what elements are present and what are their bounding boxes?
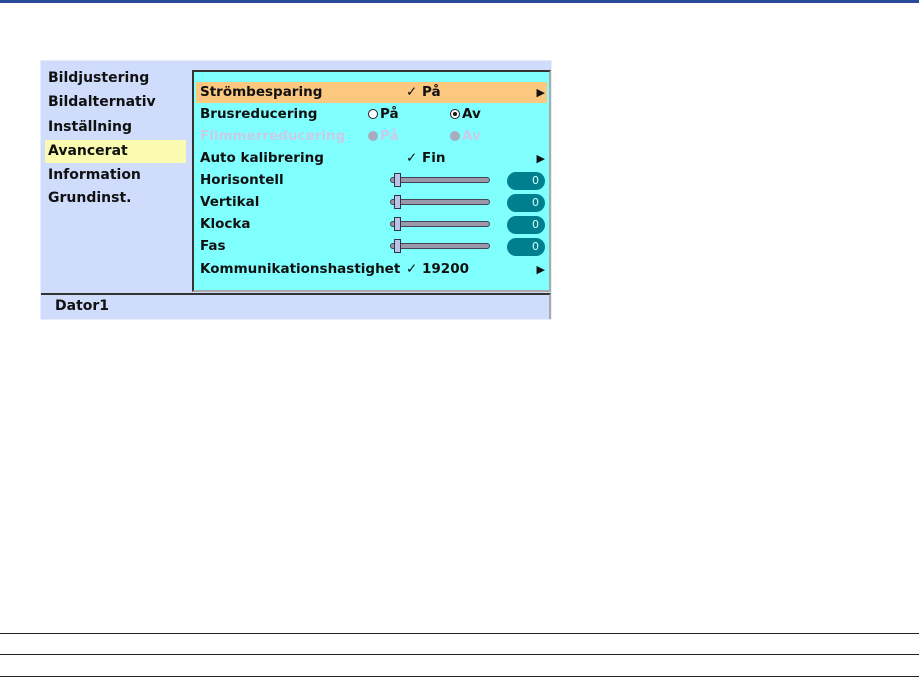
noise-reduction-label: Brusreducering <box>200 106 318 122</box>
horizontal-value: 0 <box>507 172 545 190</box>
menu-item-installning[interactable]: Inställning <box>45 116 186 139</box>
noise-off-option[interactable]: Av <box>450 104 481 125</box>
radio-icon <box>368 109 378 119</box>
row-clock[interactable]: Klocka 0 <box>196 214 547 235</box>
advanced-panel: Strömbesparing ✓ På ▶ Brusreducering På … <box>192 70 551 292</box>
clock-value: 0 <box>507 216 545 234</box>
radio-disabled-icon <box>450 131 460 141</box>
vertical-value: 0 <box>507 194 545 212</box>
divider <box>0 633 919 634</box>
row-horizontal[interactable]: Horisontell 0 <box>196 170 547 191</box>
row-power-saving[interactable]: Strömbesparing ✓ På ▶ <box>196 82 547 103</box>
phase-slider[interactable] <box>390 239 490 253</box>
divider <box>0 654 919 655</box>
phase-label: Fas <box>200 238 226 254</box>
vertical-label: Vertikal <box>200 194 260 210</box>
slider-handle[interactable] <box>394 173 401 187</box>
clock-slider[interactable] <box>390 217 490 231</box>
horizontal-label: Horisontell <box>200 172 284 188</box>
menu-item-grundinst[interactable]: Grundinst. <box>45 187 186 210</box>
arrow-right-icon: ▶ <box>536 86 545 99</box>
slider-handle[interactable] <box>394 217 401 231</box>
vertical-slider[interactable] <box>390 195 490 209</box>
power-saving-label: Strömbesparing <box>200 84 323 100</box>
flicker-off-label: Av <box>462 128 481 144</box>
baud-rate-label: Kommunikationshastighet <box>200 261 401 277</box>
menu-item-bildalternativ[interactable]: Bildalternativ <box>45 91 186 114</box>
noise-on-label: På <box>380 106 399 122</box>
flicker-on-option: På <box>368 126 399 147</box>
osd-menu: Bildjustering Bildalternativ Inställning… <box>40 60 552 320</box>
radio-disabled-icon <box>368 131 378 141</box>
arrow-right-icon: ▶ <box>536 152 545 165</box>
status-bar: Dator1 <box>41 293 551 319</box>
row-flicker-reduction: Flimmerreducering På Av <box>196 126 547 147</box>
noise-on-option[interactable]: På <box>368 104 399 125</box>
row-auto-adjust[interactable]: Auto kalibrering ✓ Fin ▶ <box>196 148 547 169</box>
flicker-reduction-label: Flimmerreducering <box>200 128 346 144</box>
auto-adjust-value: ✓ Fin <box>406 150 446 166</box>
radio-selected-icon <box>450 109 460 119</box>
row-phase[interactable]: Fas 0 <box>196 236 547 257</box>
menu-item-avancerat[interactable]: Avancerat <box>45 140 186 163</box>
clock-label: Klocka <box>200 216 251 232</box>
noise-off-label: Av <box>462 106 481 122</box>
slider-handle[interactable] <box>394 239 401 253</box>
horizontal-slider[interactable] <box>390 173 490 187</box>
row-baud-rate[interactable]: Kommunikationshastighet ✓ 19200 ▶ <box>196 259 547 280</box>
row-noise-reduction: Brusreducering På Av <box>196 104 547 125</box>
top-rule <box>0 0 919 3</box>
row-vertical[interactable]: Vertikal 0 <box>196 192 547 213</box>
baud-rate-value: ✓ 19200 <box>406 261 469 277</box>
arrow-right-icon: ▶ <box>536 263 545 276</box>
flicker-on-label: På <box>380 128 399 144</box>
phase-value: 0 <box>507 238 545 256</box>
menu-item-bildjustering[interactable]: Bildjustering <box>45 67 186 90</box>
flicker-off-option: Av <box>450 126 481 147</box>
auto-adjust-label: Auto kalibrering <box>200 150 324 166</box>
menu-item-information[interactable]: Information <box>45 164 186 187</box>
slider-handle[interactable] <box>394 195 401 209</box>
divider <box>0 676 919 677</box>
power-saving-value: ✓ På <box>406 84 441 100</box>
source-name: Dator1 <box>55 298 110 314</box>
